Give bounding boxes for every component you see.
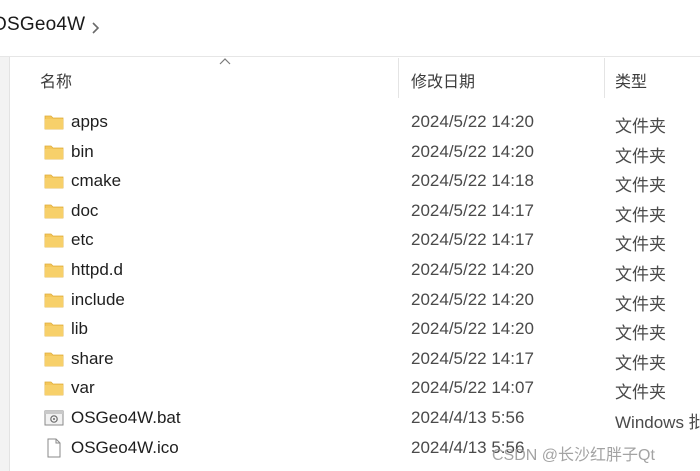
batch-file-icon — [44, 408, 64, 428]
file-type: 文件夹 — [615, 265, 666, 284]
chevron-right-icon[interactable] — [86, 18, 106, 38]
csdn-watermark: CSDN @长沙红胖子Qt — [492, 447, 655, 464]
column-divider[interactable] — [604, 58, 605, 98]
folder-icon — [44, 112, 64, 132]
folder-icon — [44, 201, 64, 221]
file-name: cmake — [71, 171, 122, 191]
file-row[interactable]: bin 2024/5/22 14:20 文件夹 — [10, 138, 700, 167]
file-type: 文件夹 — [615, 353, 666, 373]
file-row[interactable]: include 2024/5/22 14:20 文件夹 — [10, 286, 700, 315]
folder-icon — [44, 290, 64, 310]
file-name: include — [71, 289, 125, 309]
folder-icon — [44, 230, 64, 250]
breadcrumb-osgeo4w[interactable]: OSGeo4W — [0, 14, 85, 36]
address-bar: OSGeo4W — [0, 0, 700, 57]
column-header-name[interactable]: 名称 — [40, 68, 72, 92]
file-modified-date: 2024/5/22 14:20 — [411, 289, 534, 309]
file-modified-date: 2024/5/22 14:17 — [411, 348, 534, 368]
file-modified-date: 2024/5/22 14:17 — [411, 230, 534, 250]
file-modified-date: 2024/5/22 14:18 — [411, 171, 534, 191]
file-name: apps — [71, 112, 108, 131]
column-header-date[interactable]: 修改日期 — [411, 68, 475, 92]
column-header-row: 名称 修改日期 类型 — [10, 58, 700, 100]
navigation-pane-edge — [0, 57, 10, 471]
ico-file-icon — [44, 438, 64, 458]
file-modified-date: 2024/5/22 14:07 — [411, 378, 534, 398]
file-type: 文件夹 — [615, 383, 666, 403]
folder-icon — [44, 260, 64, 280]
file-type: 文件夹 — [615, 235, 666, 255]
file-name: lib — [71, 319, 89, 339]
file-row[interactable]: doc 2024/5/22 14:17 文件夹 — [10, 197, 700, 226]
file-row[interactable]: OSGeo4W.bat 2024/4/13 5:56 Windows 批 — [10, 404, 700, 433]
file-type: 文件夹 — [615, 146, 666, 166]
file-name: etc — [71, 230, 94, 250]
file-type: 文件夹 — [615, 324, 666, 344]
file-name: OSGeo4W.bat — [71, 408, 181, 427]
file-row[interactable]: var 2024/5/22 14:07 文件夹 — [10, 374, 700, 403]
folder-icon — [44, 171, 64, 191]
file-row[interactable]: cmake 2024/5/22 14:18 文件夹 — [10, 167, 700, 196]
file-type: 文件夹 — [615, 294, 666, 314]
sort-ascending-icon — [219, 58, 231, 65]
file-row[interactable]: etc 2024/5/22 14:17 文件夹 — [10, 226, 700, 255]
file-row[interactable]: lib 2024/5/22 14:20 文件夹 — [10, 315, 700, 344]
file-modified-date: 2024/5/22 14:20 — [411, 112, 534, 131]
file-modified-date: 2024/5/22 14:20 — [411, 260, 534, 279]
file-type: 文件夹 — [615, 117, 666, 136]
folder-icon — [44, 378, 64, 398]
file-modified-date: 2024/4/13 5:56 — [411, 408, 525, 427]
file-row[interactable]: share 2024/5/22 14:17 文件夹 — [10, 345, 700, 374]
file-row[interactable]: httpd.d 2024/5/22 14:20 文件夹 — [10, 256, 700, 285]
file-name: OSGeo4W.ico — [71, 437, 179, 457]
column-header-type[interactable]: 类型 — [615, 68, 647, 92]
file-modified-date: 2024/5/22 14:20 — [411, 319, 534, 339]
file-name: var — [71, 378, 95, 398]
file-name: httpd.d — [71, 260, 123, 279]
file-modified-date: 2024/5/22 14:20 — [411, 141, 534, 161]
folder-icon — [44, 319, 64, 339]
file-name: bin — [71, 141, 94, 161]
folder-icon — [44, 349, 64, 369]
column-divider[interactable] — [398, 58, 399, 98]
file-name: doc — [71, 200, 99, 220]
file-type: Windows 批 — [615, 413, 700, 432]
file-modified-date: 2024/5/22 14:17 — [411, 200, 534, 220]
file-type: 文件夹 — [615, 176, 666, 196]
file-row[interactable]: apps 2024/5/22 14:20 文件夹 — [10, 108, 700, 137]
file-name: share — [71, 348, 114, 368]
folder-icon — [44, 142, 64, 162]
file-type: 文件夹 — [615, 205, 666, 225]
